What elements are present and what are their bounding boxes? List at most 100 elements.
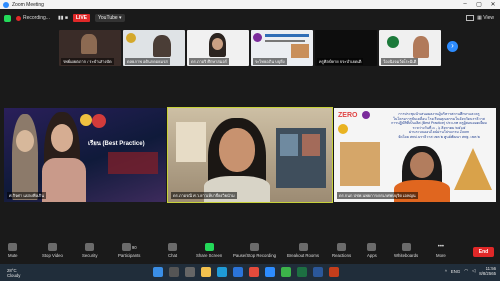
clock[interactable]: 11:56 8/8/2565 bbox=[479, 266, 496, 276]
participant-name: ระไทยอภิน บบุยิ่ง bbox=[253, 58, 287, 65]
view-label-icon[interactable]: ▦ View bbox=[477, 15, 494, 21]
participant-thumbnail[interactable]: ครูศิลป์คาย จระบำเยดเติ bbox=[315, 30, 377, 66]
wifi-icon[interactable]: ◠ bbox=[464, 268, 468, 274]
participant-thumbnail[interactable]: ว้องนิงจมว้ตเ้ระมิเติ bbox=[379, 30, 441, 66]
participant-name: ดร.ภาอริ ศึกษาสมอร์ bbox=[189, 58, 229, 65]
end-meeting-button[interactable]: End bbox=[473, 247, 494, 257]
meeting-info-bar: Recording... ▮▮ ■ LIVE YouTube ▾ ▦ View bbox=[0, 9, 500, 27]
mute-button[interactable]: Mute bbox=[8, 240, 18, 258]
participant-name: ครูศิลป์คาย จระบำเยดเติ bbox=[317, 58, 364, 65]
excel-icon[interactable] bbox=[297, 267, 307, 277]
chat-bubble-icon bbox=[168, 243, 178, 251]
more-label: More bbox=[436, 253, 446, 258]
line-app-icon[interactable] bbox=[281, 267, 291, 277]
slide-text: การประชุมนำเสนอผลงานผู้บริหารสถานศึกษาแล… bbox=[386, 112, 492, 140]
reactions-label: Reactions bbox=[332, 253, 352, 258]
weather-widget[interactable]: 28°C Cloudy bbox=[7, 268, 20, 278]
stream-target-label: YouTube bbox=[98, 15, 118, 21]
encryption-shield-icon[interactable] bbox=[4, 14, 11, 22]
recording-label: Recording... bbox=[23, 15, 50, 21]
video-camera-icon bbox=[47, 243, 57, 251]
share-screen-label: Share Screen bbox=[196, 253, 223, 258]
file-explorer-icon[interactable] bbox=[201, 267, 211, 277]
recording-indicator[interactable]: Recording... ▮▮ ■ bbox=[16, 15, 68, 21]
stop-video-label: Stop Video bbox=[42, 253, 63, 258]
recording-controls-icon[interactable]: ▮▮ ■ bbox=[58, 15, 68, 21]
participants-icon-group: 90 bbox=[121, 243, 137, 251]
slide-line: การประชุมนำเสนอผลงานผู้บริหารสถานศึกษาแล… bbox=[398, 112, 480, 116]
windows-taskbar: 28°C Cloudy ^ ENG ◠ ◁ 11:56 8/8/2565 bbox=[0, 264, 500, 281]
participant-name: ดร.ภาอรณี ศ.ว.ยาวเห้บาจี่ยงวิยนำม bbox=[171, 192, 237, 199]
share-screen-button[interactable]: Share Screen bbox=[196, 240, 222, 258]
tray-chevron-icon[interactable]: ^ bbox=[445, 269, 447, 274]
word-icon[interactable] bbox=[313, 267, 323, 277]
shield-icon bbox=[85, 243, 95, 251]
gallery-view-icon[interactable] bbox=[466, 15, 475, 21]
minimize-icon[interactable]: – bbox=[458, 1, 472, 8]
slide-line: จัดโดย สพป.นราธิวาส เขต ๒ ศูนย์พัฒนา สพฐ… bbox=[398, 134, 480, 139]
powerpoint-icon[interactable] bbox=[329, 267, 339, 277]
apps-label: Apps bbox=[367, 253, 377, 258]
video-tile-virtual-background[interactable]: ZERO การประชุมนำเสนอผลงานผู้บริหารสถานศึ… bbox=[334, 108, 496, 202]
close-icon[interactable]: ✕ bbox=[486, 1, 500, 8]
breakout-rooms-icon bbox=[298, 243, 308, 251]
chat-label: Chat bbox=[168, 253, 178, 258]
breakout-rooms-label: Breakout Rooms bbox=[287, 253, 320, 258]
apps-button[interactable]: Apps bbox=[367, 240, 377, 258]
weather-condition: Cloudy bbox=[7, 272, 21, 278]
participant-name: รพย์เผยตภาก / ระบำเส่างบัด bbox=[61, 58, 114, 65]
windows-start-icon[interactable] bbox=[153, 267, 163, 277]
security-button[interactable]: Security bbox=[82, 240, 98, 258]
participant-thumbnail[interactable]: ดร.ภาอริ ศึกษาสมอร์ bbox=[187, 30, 249, 66]
chat-button[interactable]: Chat bbox=[168, 240, 177, 258]
title-bar: Zoom Meeting – ▢ ✕ bbox=[0, 0, 500, 9]
participant-thumbnail[interactable]: ระไทยอภิน บบุยิ่ง bbox=[251, 30, 313, 66]
stop-video-button[interactable]: Stop Video bbox=[42, 240, 63, 258]
clock-date: 8/8/2565 bbox=[479, 271, 496, 276]
slide-banner: เรียน (Best Practice) bbox=[88, 141, 145, 147]
next-page-arrow-icon[interactable]: › bbox=[447, 41, 458, 52]
participant-name: ศ.กิจศา แปลงพึงเกิน bbox=[7, 192, 46, 199]
zoom-app-icon[interactable] bbox=[265, 267, 275, 277]
participant-thumbnail[interactable]: ดลยภาพ อดินกดอยมรส bbox=[123, 30, 185, 66]
task-view-icon[interactable] bbox=[185, 267, 195, 277]
search-icon[interactable] bbox=[169, 267, 179, 277]
whiteboard-icon bbox=[401, 243, 411, 251]
maximize-icon[interactable]: ▢ bbox=[472, 1, 486, 8]
chrome-icon[interactable] bbox=[249, 267, 259, 277]
breakout-rooms-button[interactable]: Breakout Rooms bbox=[287, 240, 319, 258]
participant-name: ดลยภาพ อดินกดอยมรส bbox=[125, 58, 170, 65]
system-tray: ^ ENG ◠ ◁ 11:56 8/8/2565 bbox=[445, 266, 496, 276]
taskbar-apps bbox=[153, 267, 339, 277]
smiley-icon bbox=[337, 243, 347, 251]
edge-browser-icon[interactable] bbox=[217, 267, 227, 277]
participants-icon bbox=[121, 243, 131, 251]
whiteboards-button[interactable]: Whiteboards bbox=[394, 240, 418, 258]
speaker-icon[interactable]: ◁ bbox=[472, 268, 475, 274]
language-indicator[interactable]: ENG bbox=[451, 269, 460, 274]
zero-logo: ZERO bbox=[338, 112, 358, 119]
video-tile-active-speaker[interactable]: ดร.ภาอรณี ศ.ว.ยาวเห้บาจี่ยงวิยนำม bbox=[167, 107, 333, 203]
participant-thumbnail[interactable]: รพย์เผยตภาก / ระบำเส่างบัด bbox=[59, 30, 121, 66]
mute-label: Mute bbox=[8, 253, 18, 258]
reactions-button[interactable]: Reactions bbox=[332, 240, 351, 258]
share-screen-icon bbox=[204, 243, 214, 251]
live-badge[interactable]: LIVE bbox=[72, 14, 91, 22]
recording-control-label: Pause/Stop Recording bbox=[233, 253, 276, 258]
whiteboards-label: Whiteboards bbox=[394, 253, 419, 258]
pause-stop-icon bbox=[250, 243, 259, 251]
pause-stop-recording-button[interactable]: Pause/Stop Recording bbox=[233, 240, 276, 258]
store-icon[interactable] bbox=[233, 267, 243, 277]
apps-icon bbox=[367, 243, 377, 251]
security-label: Security bbox=[82, 253, 98, 258]
participants-count: 90 bbox=[131, 244, 137, 250]
stream-target-dropdown[interactable]: YouTube ▾ bbox=[95, 14, 125, 22]
more-button[interactable]: ••• More bbox=[436, 240, 446, 258]
participant-name: ดร.กนก ปชพ.นพยการ/ดรเภศพบบุริด เอหญน bbox=[337, 192, 418, 199]
more-dots-icon: ••• bbox=[437, 244, 445, 250]
microphone-icon bbox=[8, 243, 18, 251]
participants-button[interactable]: 90 Participants bbox=[118, 240, 140, 258]
window-title: Zoom Meeting bbox=[12, 1, 44, 8]
meeting-toolbar: Mute Stop Video Security 90 Participants… bbox=[0, 240, 500, 264]
video-tile-shared-slide[interactable]: เรียน (Best Practice) ศ.กิจศา แปลงพึงเกิ… bbox=[4, 108, 166, 202]
